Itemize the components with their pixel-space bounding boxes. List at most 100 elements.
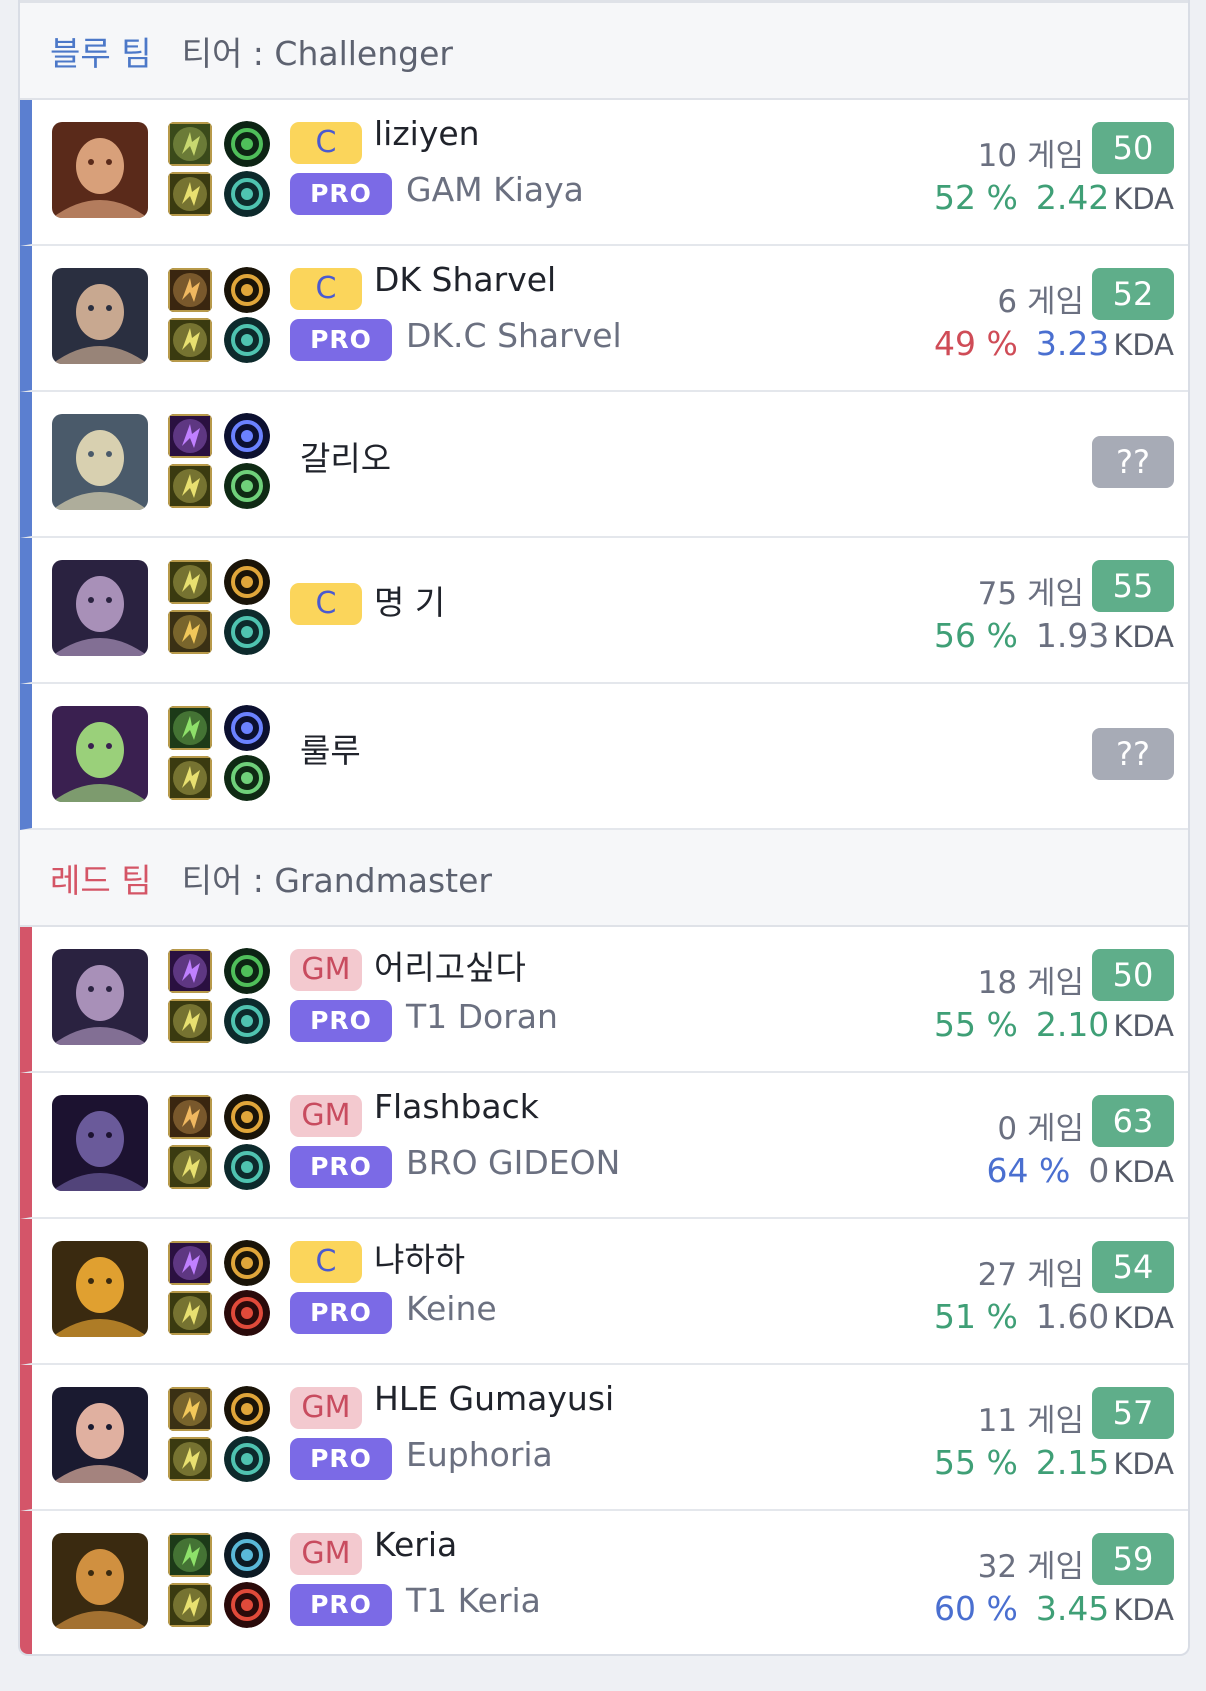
precision-keystone-rune-icon: [224, 1094, 270, 1140]
games-count: 18 게임: [977, 965, 1084, 1001]
flash-spell-icon: [168, 318, 212, 362]
kda-value: 2.15: [1035, 1443, 1110, 1482]
flash-spell-icon: [168, 560, 212, 604]
games-count: 0 게임: [997, 1111, 1084, 1147]
champion-portrait-kha-zix[interactable]: [52, 1095, 148, 1191]
summoner-name[interactable]: HLE Gumayusi: [374, 1379, 614, 1418]
kda-unit: KDA: [1113, 1447, 1174, 1481]
stats-line: 52 % 2.42 KDA: [934, 178, 1174, 217]
domination-rune-icon: [224, 1290, 270, 1336]
winrate: 56 %: [933, 616, 1018, 655]
sorcery-rune-icon: [224, 1436, 270, 1482]
pro-player-name[interactable]: Euphoria: [406, 1435, 553, 1474]
champion-portrait-blitzcrank[interactable]: [52, 1533, 148, 1629]
ghost-spell-icon: [168, 122, 212, 166]
summoner-name[interactable]: 명 기: [374, 576, 445, 624]
domination-rune-icon: [224, 1582, 270, 1628]
pro-badge: PRO: [290, 1146, 392, 1188]
summoner-name[interactable]: 갈리오: [300, 432, 391, 480]
player-row[interactable]: 룰루??: [20, 684, 1188, 830]
games-count: 11 게임: [977, 1403, 1084, 1439]
flash-spell-icon: [168, 756, 212, 800]
resolve-rune-icon: [224, 755, 270, 801]
red-team-name: 레드 팀: [50, 860, 152, 900]
rank-badge: GM: [290, 1095, 362, 1137]
champion-portrait-galio[interactable]: [52, 414, 148, 510]
pro-player-name[interactable]: T1 Doran: [406, 997, 558, 1036]
sorcery-rune-icon: [224, 609, 270, 655]
inspiration-keystone-rune-icon: [224, 1532, 270, 1578]
pro-player-name[interactable]: T1 Keria: [406, 1581, 541, 1620]
player-row[interactable]: GM Flashback PRO BRO GIDEON 63 0 게임 64 % 0 KDA: [20, 1073, 1188, 1219]
pro-badge: PRO: [290, 173, 392, 215]
summoner-name[interactable]: Keria: [374, 1525, 457, 1564]
teleport-spell-icon: [168, 268, 212, 312]
sorcery-keystone-rune-icon: [224, 705, 270, 751]
match-panel: 블루 팀 티어 : Challenger Cliziyen PRO GAM Kiaya…: [18, 0, 1190, 1656]
stats-line: 49 % 3.23 KDA: [934, 324, 1174, 363]
pro-badge: PRO: [290, 1000, 392, 1042]
player-row[interactable]: C 명 기 55 75 게임 56 % 1.93 KDA: [20, 538, 1188, 684]
kda-unit: KDA: [1113, 182, 1174, 216]
pro-badge: PRO: [290, 1292, 392, 1334]
pro-player-name[interactable]: DK.C Sharvel: [406, 316, 622, 355]
lp-badge: ??: [1092, 436, 1174, 488]
champion-portrait-aatrox[interactable]: [52, 560, 148, 656]
champion-portrait-aatrox[interactable]: [52, 949, 148, 1045]
games-count: 10 게임: [977, 138, 1084, 174]
kda-unit: KDA: [1113, 1155, 1174, 1189]
pro-player-name[interactable]: GAM Kiaya: [406, 170, 584, 209]
player-row[interactable]: C 냐하하 PRO Keine 54 27 게임 51 % 1.60 KDA: [20, 1219, 1188, 1365]
player-row[interactable]: Cliziyen PRO GAM Kiaya 50 10 게임 52 % 2.42 KDA: [20, 100, 1188, 246]
kda-value: 3.45: [1035, 1589, 1110, 1628]
champion-portrait-lulu[interactable]: [52, 706, 148, 802]
summoner-name[interactable]: Flashback: [374, 1087, 539, 1126]
kda-value: 2.10: [1035, 1005, 1110, 1044]
rank-badge: C: [290, 122, 362, 164]
resolve-rune-icon: [224, 463, 270, 509]
player-row[interactable]: 갈리오??: [20, 392, 1188, 538]
summoner-name[interactable]: 냐하하: [374, 1233, 465, 1281]
pro-player-name[interactable]: Keine: [406, 1289, 497, 1328]
summoner-name[interactable]: liziyen: [374, 114, 480, 153]
lp-badge: 55: [1092, 560, 1174, 612]
flash-spell-icon: [168, 1291, 212, 1335]
champion-portrait-jayce[interactable]: [52, 268, 148, 364]
stats-line: 56 % 1.93 KDA: [934, 616, 1174, 655]
heal-spell-icon: [168, 1533, 212, 1577]
player-row[interactable]: GM 어리고싶다 PRO T1 Doran 50 18 게임 55 % 2.10 KDA: [20, 927, 1188, 1073]
games-count: 6 게임: [997, 284, 1084, 320]
champion-portrait-caitlyn[interactable]: [52, 1387, 148, 1483]
kda-unit: KDA: [1113, 1009, 1174, 1043]
games-count: 32 게임: [977, 1549, 1084, 1585]
stats-line: 55 % 2.15 KDA: [934, 1443, 1174, 1482]
flash-spell-icon: [168, 172, 212, 216]
pro-badge: PRO: [290, 1584, 392, 1626]
kda-value: 0: [1088, 1151, 1110, 1190]
summoner-name[interactable]: 룰루: [300, 724, 361, 772]
precision-keystone-rune-icon: [224, 1240, 270, 1286]
player-row[interactable]: C DK Sharvel PRO DK.C Sharvel 52 6 게임 49 % 3.23…: [20, 246, 1188, 392]
precision-keystone-rune-icon: [224, 267, 270, 313]
player-row[interactable]: GM HLE Gumayusi PRO Euphoria 57 11 게임 55 % 2.15…: [20, 1365, 1188, 1511]
kda-unit: KDA: [1113, 1301, 1174, 1335]
lp-badge: ??: [1092, 728, 1174, 780]
player-row[interactable]: GM Keria PRO T1 Keria 59 32 게임 60 % 3.45 KDA: [20, 1511, 1188, 1654]
kda-value: 2.42: [1035, 178, 1110, 217]
flash-spell-icon: [168, 1145, 212, 1189]
stats-line: 60 % 3.45 KDA: [934, 1589, 1174, 1628]
rank-badge: C: [290, 268, 362, 310]
sorcery-rune-icon: [224, 317, 270, 363]
pro-player-name[interactable]: BRO GIDEON: [406, 1143, 620, 1182]
champion-portrait-azir[interactable]: [52, 1241, 148, 1337]
summoner-name[interactable]: DK Sharvel: [374, 260, 556, 299]
precision-keystone-rune-icon: [224, 1386, 270, 1432]
summoner-name[interactable]: 어리고싶다: [374, 941, 526, 989]
pro-badge: PRO: [290, 1438, 392, 1480]
games-count: 75 게임: [977, 576, 1084, 612]
winrate: 51 %: [933, 1297, 1018, 1336]
smite-spell-icon: [168, 1387, 212, 1431]
champion-portrait-talon[interactable]: [52, 122, 148, 218]
lp-badge: 54: [1092, 1241, 1174, 1293]
heal-spell-icon: [168, 706, 212, 750]
